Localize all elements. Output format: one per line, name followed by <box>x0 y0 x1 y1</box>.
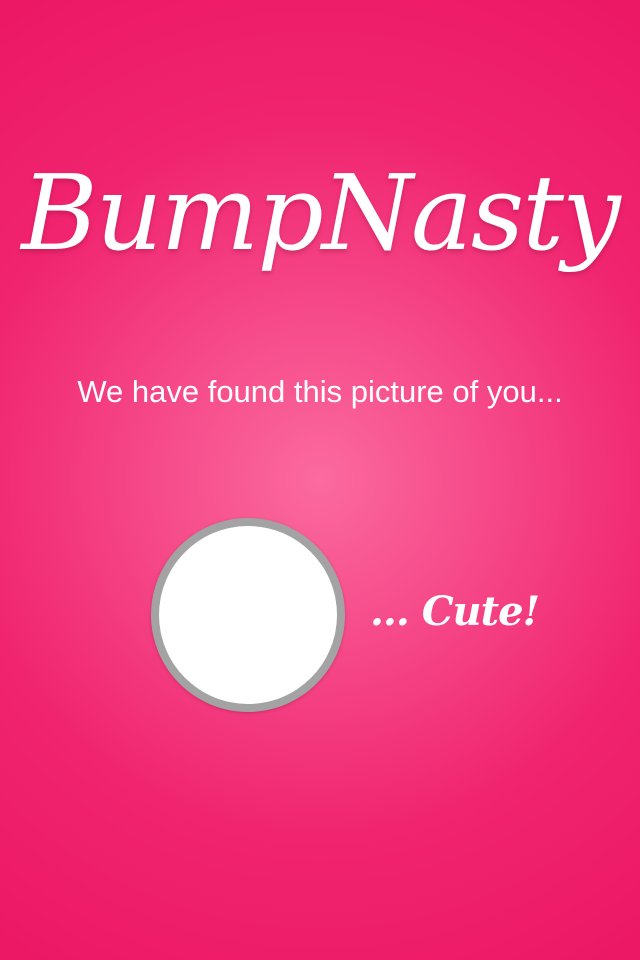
reaction-text: ... Cute! <box>370 588 540 635</box>
found-picture-message: We have found this picture of you... <box>77 374 563 409</box>
profile-photo-frame <box>151 518 345 712</box>
app-logo: BumpNasty <box>21 152 621 274</box>
screen: BumpNasty We have found this picture of … <box>0 0 640 960</box>
profile-photo <box>159 526 337 704</box>
